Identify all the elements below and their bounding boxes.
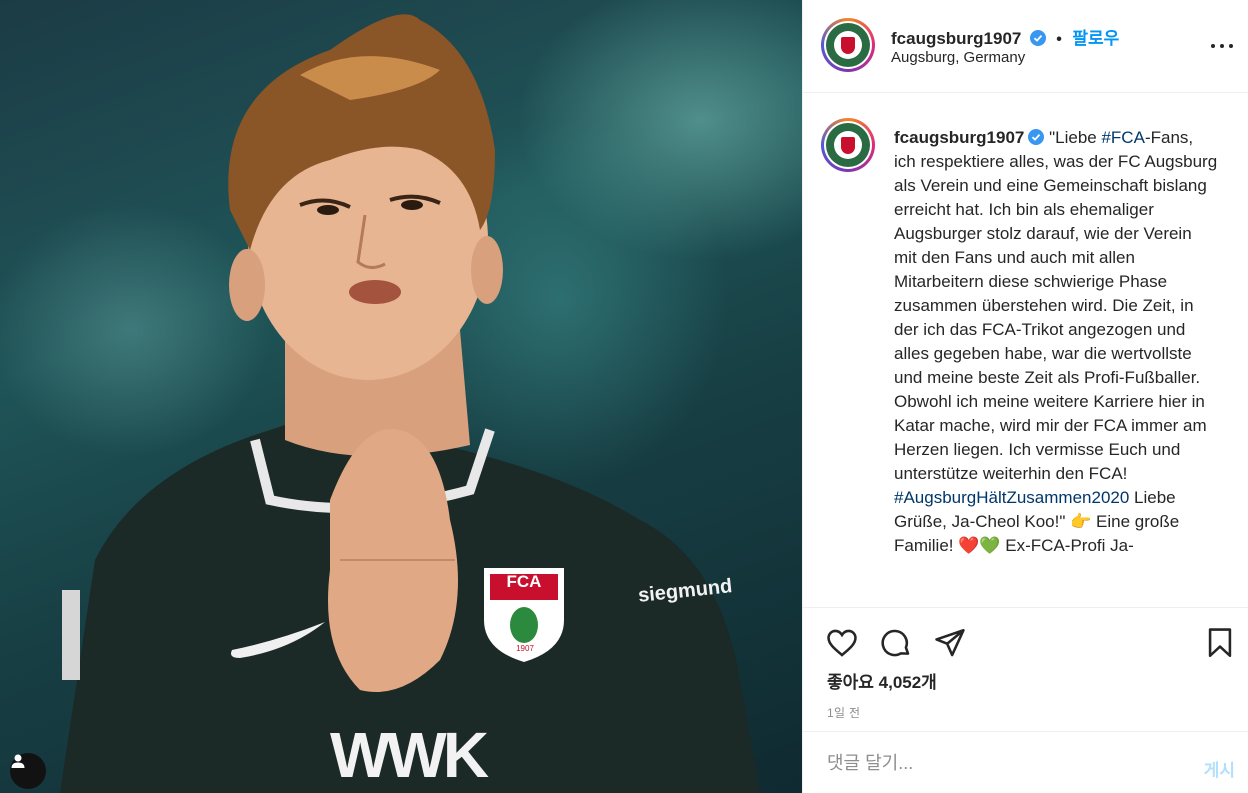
separator-dot: • [1056, 31, 1062, 48]
caption-body-2: -Fans, ich respektiere alles, was der FC… [894, 128, 1218, 483]
comment-input[interactable] [827, 746, 1167, 780]
username-link[interactable]: fcaugsburg1907 [891, 29, 1021, 48]
likes-count[interactable]: 좋아요 4,052개 [827, 668, 937, 693]
comment-box: 게시 [803, 731, 1248, 793]
caption-scroll-area[interactable]: fcaugsburg1907 "Liebe #FCA-Fans, ich res… [803, 94, 1248, 607]
share-icon[interactable] [933, 626, 967, 660]
post-sidebar: fcaugsburg1907 • 팔로우 Augsburg, Germany f… [802, 0, 1248, 793]
crest-year: 1907 [516, 644, 534, 653]
caption-body-1: "Liebe [1044, 128, 1102, 147]
chest-sponsor: WWK [330, 719, 489, 791]
caption-username-link[interactable]: fcaugsburg1907 [894, 128, 1024, 147]
verified-badge-icon [1028, 129, 1045, 145]
hashtag-link[interactable]: #AugsburgHältZusammen2020 [894, 488, 1129, 507]
follow-button[interactable]: 팔로우 [1072, 29, 1119, 48]
heart-icon[interactable] [825, 626, 859, 660]
fca-logo-icon [841, 136, 855, 154]
user-icon [11, 754, 25, 768]
verified-badge-icon [1029, 30, 1046, 46]
post-comment-button[interactable]: 게시 [1204, 756, 1235, 781]
location-link[interactable]: Augsburg, Germany [891, 49, 1025, 66]
post-timestamp[interactable]: 1일 전 [827, 704, 860, 721]
caption-avatar[interactable] [821, 118, 875, 172]
bookmark-icon[interactable] [1203, 626, 1237, 660]
more-options-icon[interactable] [1211, 36, 1233, 56]
tagged-users-button[interactable] [10, 753, 46, 789]
comment-icon[interactable] [879, 626, 913, 660]
post-photo[interactable]: FCA 1907 siegmund WWK [0, 0, 802, 793]
avatar[interactable] [821, 18, 875, 72]
caption-text: fcaugsburg1907 "Liebe #FCA-Fans, ich res… [894, 126, 1218, 558]
hashtag-link[interactable]: #FCA [1101, 128, 1144, 147]
post-header: fcaugsburg1907 • 팔로우 Augsburg, Germany [803, 0, 1248, 93]
player-illustration [60, 14, 760, 793]
post-actions: 좋아요 4,052개 1일 전 [803, 607, 1248, 731]
fca-logo-icon [841, 36, 855, 54]
crest-text: FCA [506, 572, 542, 591]
